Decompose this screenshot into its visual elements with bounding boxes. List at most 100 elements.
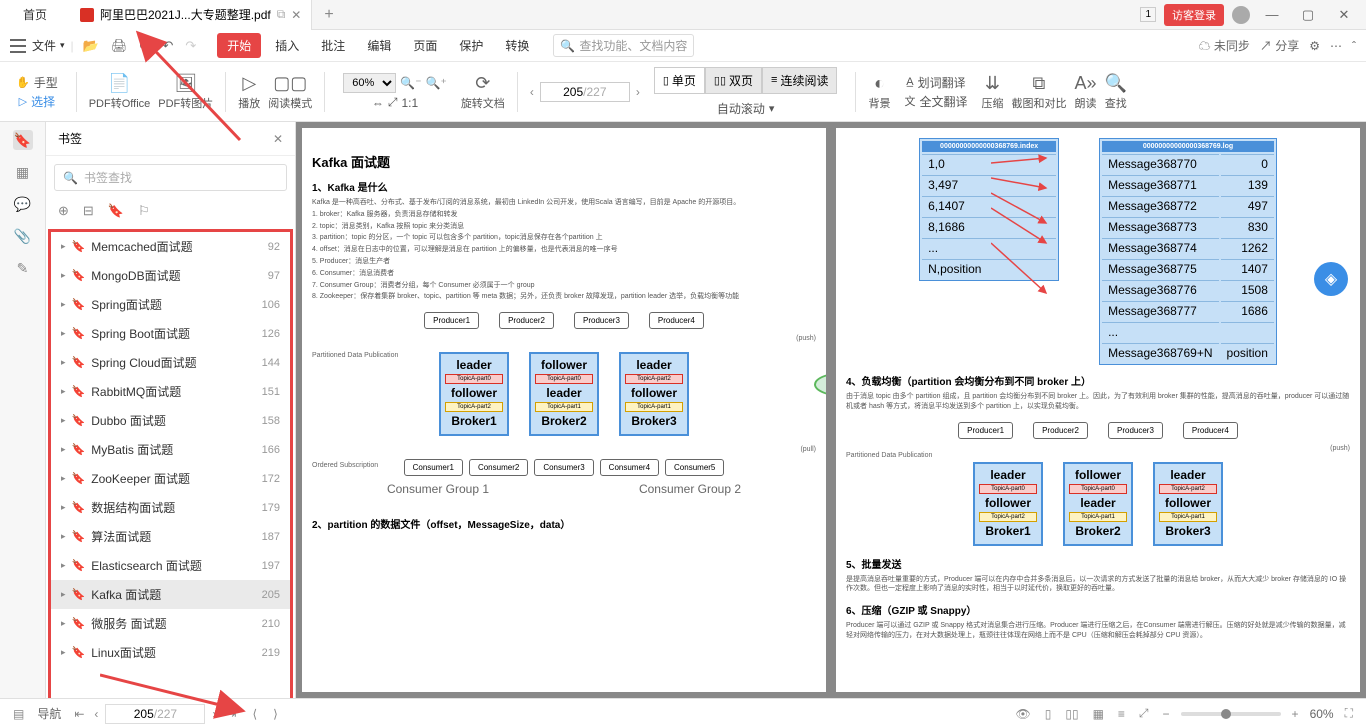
tab-protect[interactable]: 保护 — [451, 37, 491, 54]
bookmark-tool-icon[interactable]: 🔖 — [108, 203, 124, 219]
redo-icon[interactable]: ↷ — [182, 38, 199, 54]
bookmark-item[interactable]: ▸🔖数据结构面试题179 — [51, 493, 290, 522]
read-mode[interactable]: ▢▢阅读模式 — [268, 73, 312, 111]
next-page-icon[interactable]: › — [209, 707, 219, 721]
tab-page[interactable]: 页面 — [405, 37, 445, 54]
first-page-icon[interactable]: ⇤ — [71, 707, 87, 721]
collapse-ribbon-icon[interactable]: ˆ — [1352, 39, 1356, 53]
forward-icon[interactable]: ⟩ — [270, 707, 281, 721]
share-button[interactable]: ↗ 分享 — [1260, 37, 1299, 54]
rotate-doc[interactable]: ⟳旋转文档 — [461, 73, 505, 111]
play-button[interactable]: ▷播放 — [238, 73, 260, 111]
print-icon[interactable]: 🖨 — [108, 38, 131, 54]
minimize-icon[interactable]: — — [1258, 7, 1286, 22]
bookmark-item[interactable]: ▸🔖MongoDB面试题97 — [51, 261, 290, 290]
word-translate[interactable]: A̲ 划词翻译 — [906, 74, 965, 91]
view-single-icon[interactable]: ▯ — [1042, 707, 1055, 721]
tab-start[interactable]: 开始 — [217, 33, 261, 58]
login-button[interactable]: 访客登录 — [1164, 4, 1224, 26]
eye-icon[interactable]: 👁 — [1013, 707, 1034, 721]
select-tool[interactable]: ▷ 选择 — [19, 93, 55, 110]
panel-close-icon[interactable]: ✕ — [273, 132, 283, 146]
tab-convert[interactable]: 转换 — [497, 37, 537, 54]
new-tab-button[interactable]: + — [312, 6, 345, 24]
fit-width-icon[interactable]: ⇔ — [372, 96, 384, 110]
bookmark-item[interactable]: ▸🔖Elasticsearch 面试题197 — [51, 551, 290, 580]
pdf-to-image[interactable]: 🖼PDF转图片 — [158, 73, 213, 111]
content-area[interactable]: Kafka 面试题 1、Kafka 是什么 Kafka 是一种高吞吐、分布式、基… — [296, 122, 1366, 698]
floating-assistant-icon[interactable]: ◈ — [1314, 262, 1348, 296]
view-grid-icon[interactable]: ▦ — [1090, 707, 1107, 721]
last-page-icon[interactable]: ⇥ — [223, 707, 239, 721]
signature-icon[interactable]: ✎ — [13, 258, 33, 278]
bookmark-icon[interactable]: 🔖 — [13, 130, 33, 150]
search-input[interactable]: 🔍 查找功能、文档内容 — [553, 34, 694, 57]
user-avatar-icon[interactable] — [1232, 6, 1250, 24]
settings-icon[interactable]: ⚙ — [1309, 39, 1320, 53]
single-page-button[interactable]: ▯ 单页 — [654, 67, 705, 94]
maximize-icon[interactable]: ▢ — [1294, 7, 1322, 23]
nav-toggle-icon[interactable]: ▤ — [10, 707, 27, 721]
full-translate[interactable]: 文 全文翻译 — [904, 93, 967, 110]
file-tab[interactable]: 阿里巴巴2021J...大专题整理.pdf ⧉ ✕ — [70, 0, 312, 30]
thumbnail-icon[interactable]: ▦ — [13, 162, 33, 182]
fit-icon[interactable]: ⤢ — [1136, 706, 1152, 721]
zoom-select[interactable]: 60% — [343, 73, 396, 93]
fit-page-icon[interactable]: ⤢ — [388, 95, 398, 110]
bookmark-item[interactable]: ▸🔖Spring Boot面试题126 — [51, 319, 290, 348]
bookmark-item[interactable]: ▸🔖Spring面试题106 — [51, 290, 290, 319]
save-icon[interactable]: 🖫 — [136, 35, 153, 57]
bookmark-item[interactable]: ▸🔖MyBatis 面试题166 — [51, 435, 290, 464]
page-input[interactable]: 205/227 — [540, 82, 630, 102]
double-page-button[interactable]: ▯▯ 双页 — [705, 67, 762, 94]
add-bookmark-icon[interactable]: ⊕ — [58, 203, 69, 219]
tab-close-icon[interactable]: ✕ — [291, 8, 301, 22]
bookmark-settings-icon[interactable]: ⚐ — [138, 203, 150, 219]
more-icon[interactable]: ⋯ — [1330, 39, 1342, 53]
screenshot-button[interactable]: ⧉截图和对比 — [1011, 73, 1066, 111]
comment-icon[interactable]: 💬 — [13, 194, 33, 214]
continuous-button[interactable]: ≡ 连续阅读 — [762, 67, 837, 94]
file-menu[interactable]: 文件 — [32, 37, 65, 54]
bookmark-item[interactable]: ▸🔖Dubbo 面试题158 — [51, 406, 290, 435]
actual-size-icon[interactable]: 1:1 — [401, 96, 418, 110]
next-page-icon[interactable]: › — [636, 85, 640, 99]
view-cont-icon[interactable]: ≡ — [1115, 707, 1128, 721]
tab-external-icon[interactable]: ⧉ — [277, 7, 286, 22]
bookmark-item[interactable]: ▸🔖算法面试题187 — [51, 522, 290, 551]
bookmark-item[interactable]: ▸🔖Linux面试题219 — [51, 638, 290, 667]
background-button[interactable]: ◐背景 — [868, 73, 890, 111]
zoom-value[interactable]: 60% — [1310, 707, 1334, 721]
bookmark-item[interactable]: ▸🔖Memcached面试题92 — [51, 232, 290, 261]
compress-button[interactable]: ⇊压缩 — [981, 73, 1003, 111]
prev-page-icon[interactable]: ‹ — [91, 707, 101, 721]
read-aloud-button[interactable]: A»朗读 — [1074, 73, 1096, 111]
delete-bookmark-icon[interactable]: ⊟ — [83, 203, 94, 219]
window-count[interactable]: 1 — [1140, 7, 1156, 22]
back-icon[interactable]: ⟨ — [249, 707, 260, 721]
zoom-in-icon[interactable]: 🔍⁺ — [426, 76, 447, 90]
zoom-slider[interactable] — [1181, 712, 1281, 716]
home-tab[interactable]: 首页 — [0, 0, 70, 30]
hamburger-icon[interactable] — [10, 39, 26, 53]
tab-annotate[interactable]: 批注 — [313, 37, 353, 54]
bookmark-search[interactable]: 🔍 书签查找 — [54, 164, 287, 191]
pdf-to-office[interactable]: 📄PDF转Office — [89, 73, 151, 111]
fullscreen-icon[interactable]: ⛶ — [1342, 706, 1356, 721]
bookmark-item[interactable]: ▸🔖ZooKeeper 面试题172 — [51, 464, 290, 493]
attachment-icon[interactable]: 📎 — [13, 226, 33, 246]
undo-icon[interactable]: ↶ — [159, 38, 176, 54]
prev-page-icon[interactable]: ‹ — [530, 85, 534, 99]
hand-tool[interactable]: ✋ 手型 — [16, 74, 58, 91]
find-button[interactable]: 🔍查找 — [1105, 73, 1127, 111]
zoom-out-icon[interactable]: − — [1160, 707, 1173, 721]
status-page-input[interactable]: 205/227 — [105, 704, 205, 724]
zoom-out-icon[interactable]: 🔍⁻ — [400, 76, 421, 90]
view-double-icon[interactable]: ▯▯ — [1062, 707, 1081, 721]
zoom-in-icon[interactable]: + — [1289, 707, 1302, 721]
bookmark-item[interactable]: ▸🔖Spring Cloud面试题144 — [51, 348, 290, 377]
tab-insert[interactable]: 插入 — [267, 37, 307, 54]
close-icon[interactable]: ✕ — [1330, 7, 1358, 23]
open-icon[interactable]: 📂 — [80, 38, 102, 54]
bookmark-item[interactable]: ▸🔖RabbitMQ面试题151 — [51, 377, 290, 406]
